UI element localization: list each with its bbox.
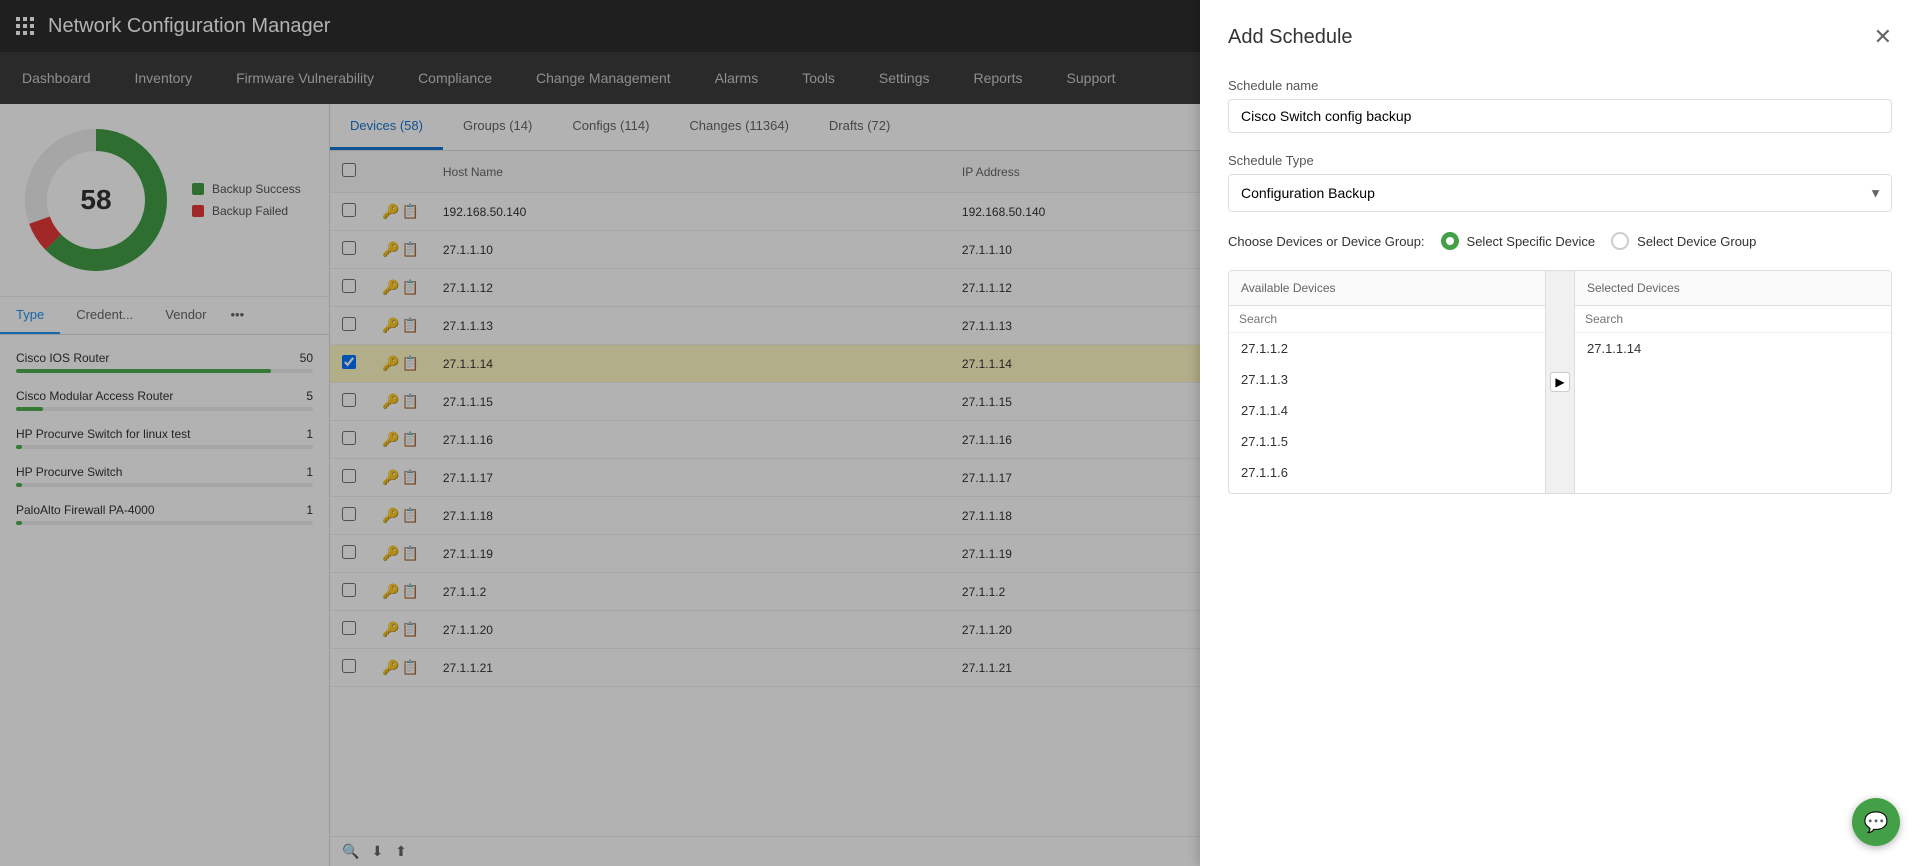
selected-devices-panel: Selected Devices 27.1.1.14: [1575, 271, 1891, 493]
selected-devices-list: 27.1.1.14: [1575, 333, 1891, 493]
selected-devices-title: Selected Devices: [1575, 271, 1891, 306]
save-fab-button[interactable]: 💬: [1852, 798, 1900, 846]
list-item[interactable]: 27.1.1.6: [1229, 457, 1545, 488]
transfer-buttons: ▶: [1545, 271, 1575, 493]
add-schedule-modal: Add Schedule ✕ Schedule name Schedule Ty…: [1200, 0, 1920, 866]
modal-body: Schedule name Schedule Type Configuratio…: [1200, 62, 1920, 510]
modal-header: Add Schedule ✕: [1200, 0, 1920, 62]
schedule-name-input[interactable]: [1228, 99, 1892, 133]
schedule-name-label: Schedule name: [1228, 78, 1892, 93]
specific-device-radio[interactable]: Select Specific Device: [1441, 232, 1596, 250]
list-item[interactable]: 27.1.1.4: [1229, 395, 1545, 426]
list-item[interactable]: 27.1.1.3: [1229, 364, 1545, 395]
schedule-name-group: Schedule name: [1228, 78, 1892, 133]
modal-overlay: Add Schedule ✕ Schedule name Schedule Ty…: [0, 0, 1920, 866]
device-group-label: Select Device Group: [1637, 234, 1756, 249]
available-devices-title: Available Devices: [1229, 271, 1545, 306]
list-item[interactable]: 27.1.1.5: [1229, 426, 1545, 457]
schedule-type-group: Schedule Type Configuration Backup Compl…: [1228, 153, 1892, 212]
schedule-type-label: Schedule Type: [1228, 153, 1892, 168]
list-item[interactable]: 27.1.1.2: [1229, 333, 1545, 364]
device-group-radio-btn[interactable]: [1611, 232, 1629, 250]
modal-title: Add Schedule: [1228, 26, 1353, 49]
available-search-input[interactable]: [1229, 306, 1545, 333]
available-devices-panel: Available Devices 27.1.1.2 27.1.1.3 27.1…: [1229, 271, 1545, 493]
list-item[interactable]: 27.1.1.14: [1575, 333, 1891, 364]
device-choice-row: Choose Devices or Device Group: Select S…: [1228, 232, 1892, 250]
available-devices-list: 27.1.1.2 27.1.1.3 27.1.1.4 27.1.1.5 27.1…: [1229, 333, 1545, 493]
specific-device-radio-btn[interactable]: [1441, 232, 1459, 250]
device-choice-label: Choose Devices or Device Group:: [1228, 234, 1425, 249]
device-group-radio[interactable]: Select Device Group: [1611, 232, 1756, 250]
specific-device-label: Select Specific Device: [1467, 234, 1596, 249]
schedule-type-select-wrapper: Configuration Backup Compliance Check Fi…: [1228, 174, 1892, 212]
schedule-type-select[interactable]: Configuration Backup Compliance Check Fi…: [1228, 174, 1892, 212]
modal-close-button[interactable]: ✕: [1874, 24, 1892, 50]
device-lists-panel: Available Devices 27.1.1.2 27.1.1.3 27.1…: [1228, 270, 1892, 494]
transfer-right-button[interactable]: ▶: [1550, 372, 1570, 392]
selected-search-input[interactable]: [1575, 306, 1891, 333]
